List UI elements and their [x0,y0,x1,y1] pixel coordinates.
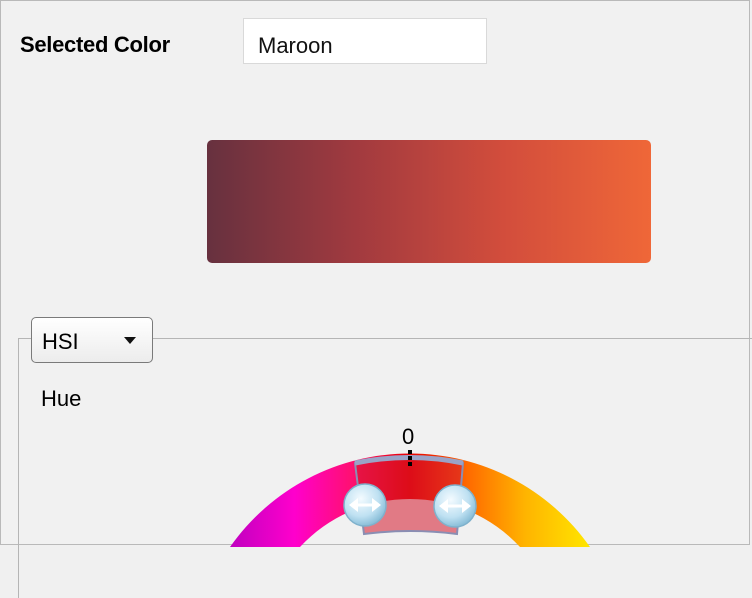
hue-range-end-handle[interactable] [433,484,477,528]
zero-tick [408,450,412,466]
hue-zero-label: 0 [402,424,414,449]
hue-wheel[interactable]: 0 [0,0,752,547]
hue-range-start-handle[interactable] [343,483,387,527]
